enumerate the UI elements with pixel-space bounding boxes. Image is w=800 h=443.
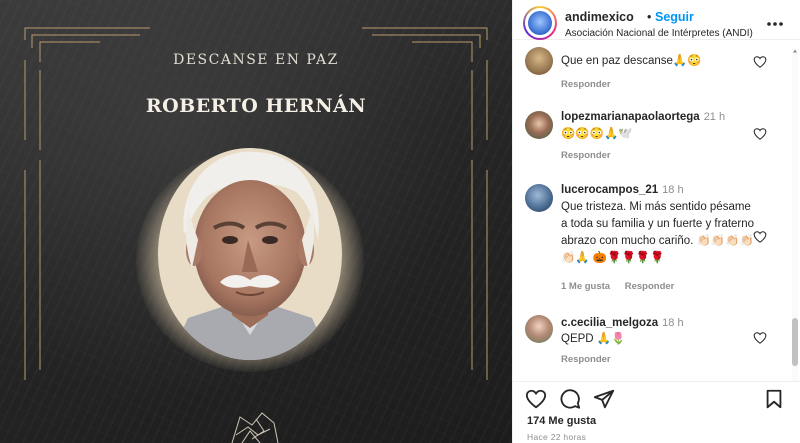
account-username[interactable]: andimexico [565, 10, 634, 24]
comment-text: Que en paz descanse🙏😳 [561, 55, 702, 67]
comment-likes-count[interactable]: 1 Me gusta [561, 281, 610, 292]
comment-header: c.cecilia_melgoza 18 h [561, 315, 761, 332]
commenter-avatar[interactable] [525, 111, 553, 139]
commenter-username[interactable]: lucerocampos_21 [561, 184, 658, 196]
comment-header: lucerocampos_21 18 h [561, 182, 761, 199]
scroll-up-arrow-icon[interactable] [792, 48, 798, 54]
follow-button[interactable]: Seguir [655, 10, 694, 24]
comment-text: Que tristeza. Mi más sentido pésame a to… [561, 201, 755, 264]
portrait-photo [158, 148, 342, 360]
reply-button[interactable]: Responder [561, 79, 611, 90]
scrollbar-thumb[interactable] [792, 318, 798, 366]
comment-text: QEPD 🙏🌷 [561, 333, 626, 345]
comment-actions: Responder [561, 150, 623, 161]
like-icon[interactable] [525, 388, 547, 410]
likes-count[interactable]: 174 Me gusta [527, 415, 596, 427]
account-subtitle[interactable]: Asociación Nacional de Intérpretes (ANDI… [565, 28, 753, 39]
comment-header: lopezmarianapaolaortega 21 h [561, 109, 761, 126]
post-header: andimexico • Seguir Asociación Nacional … [513, 0, 800, 40]
post-timestamp[interactable]: Hace 22 horas [527, 432, 586, 442]
like-comment-icon[interactable] [753, 127, 767, 141]
separator-dot: • [647, 10, 652, 24]
memorial-heading: DESCANSE EN PAZ [173, 52, 339, 68]
post-image: DESCANSE EN PAZ ROBERTO HERNÁN [0, 0, 512, 443]
comment-time[interactable]: 18 h [662, 317, 683, 329]
post-sidebar: andimexico • Seguir Asociación Nacional … [512, 0, 800, 443]
comments-scrollbar[interactable] [792, 48, 798, 381]
like-comment-icon[interactable] [753, 55, 767, 69]
share-icon[interactable] [593, 388, 615, 410]
account-avatar[interactable] [523, 6, 557, 40]
more-options-icon[interactable] [765, 16, 785, 32]
commenter-avatar[interactable] [525, 47, 553, 75]
reply-button[interactable]: Responder [561, 354, 611, 365]
commenter-username[interactable]: c.cecilia_melgoza [561, 317, 658, 329]
commenter-username[interactable]: lopezmarianapaolaortega [561, 111, 700, 123]
reply-button[interactable]: Responder [561, 150, 611, 161]
comment-actions: 1 Me gusta Responder [561, 281, 686, 292]
save-icon[interactable] [763, 388, 785, 410]
comment-actions: Responder [561, 79, 623, 90]
post-actions-bar [513, 381, 800, 415]
memorial-name: ROBERTO HERNÁN [145, 95, 367, 117]
comment-time[interactable]: 21 h [704, 111, 725, 123]
emblem-icon [231, 412, 279, 443]
comment-actions: Responder [561, 354, 623, 365]
comment-icon[interactable] [559, 388, 581, 410]
commenter-avatar[interactable] [525, 315, 553, 343]
commenter-avatar[interactable] [525, 184, 553, 212]
comment-time[interactable]: 18 h [662, 184, 683, 196]
comments-list[interactable]: Que en paz descanse🙏😳 Responder lopezmar… [513, 41, 800, 381]
like-comment-icon[interactable] [753, 230, 767, 244]
reply-button[interactable]: Responder [625, 281, 675, 292]
like-comment-icon[interactable] [753, 331, 767, 345]
comment-text: 😳😳😳🙏🕊️ [561, 128, 633, 140]
